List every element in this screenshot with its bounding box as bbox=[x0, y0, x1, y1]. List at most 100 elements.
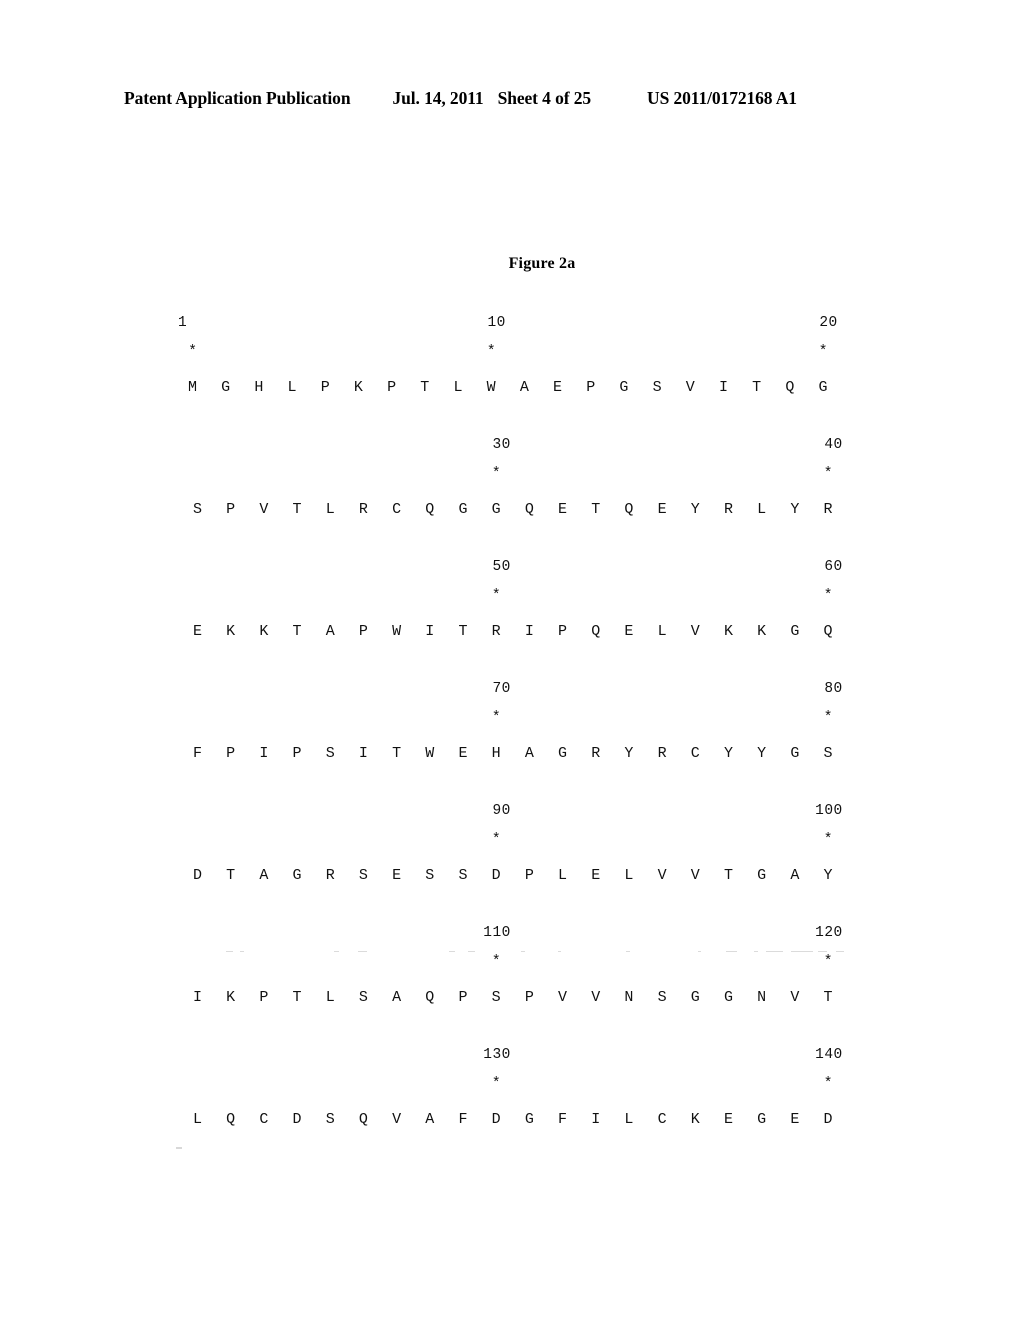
position-marker-spacer bbox=[181, 589, 214, 624]
residue-letter: T bbox=[226, 867, 236, 884]
position-number-text: 130 bbox=[483, 1047, 511, 1063]
residue-letter: T bbox=[420, 379, 430, 396]
position-number-spacer bbox=[181, 926, 214, 955]
position-number-spacer bbox=[214, 804, 247, 833]
position-number-spacer bbox=[778, 926, 811, 955]
position-number-spacer bbox=[281, 438, 314, 467]
position-marker-spacer bbox=[413, 467, 446, 502]
position-marker-asterisk: * bbox=[823, 954, 833, 970]
position-marker-spacer bbox=[679, 711, 712, 746]
scan-speck-artifact bbox=[176, 1147, 182, 1149]
position-marker-spacer bbox=[347, 467, 380, 502]
residue-letter: I bbox=[192, 989, 203, 1006]
position-marker-spacer bbox=[413, 833, 446, 868]
position-number-spacer bbox=[712, 438, 745, 467]
position-number-spacer bbox=[546, 438, 579, 467]
sequence-residue-row: SPVTLRCQGGQETQEYRLYR bbox=[176, 502, 876, 560]
position-marker-spacer bbox=[579, 589, 612, 624]
position-number-spacer bbox=[612, 1048, 645, 1077]
position-number-spacer bbox=[447, 926, 480, 955]
residue-letter: T bbox=[292, 989, 302, 1006]
residue-letter: L bbox=[624, 1111, 634, 1128]
position-number-spacer bbox=[181, 438, 214, 467]
position-marker-spacer bbox=[778, 589, 811, 624]
position-marker-spacer bbox=[314, 833, 347, 868]
position-marker-spacer bbox=[712, 589, 745, 624]
sequence-block: 110 120 * * I K P T L S A Q P S P V V N S G G N V T bbox=[176, 926, 876, 1048]
position-number-spacer bbox=[413, 1048, 446, 1077]
residue-letter: A bbox=[259, 867, 269, 884]
position-marker-spacer bbox=[679, 955, 712, 990]
position-number-spacer bbox=[214, 438, 247, 467]
position-marker-spacer bbox=[641, 345, 674, 380]
position-marker-spacer bbox=[380, 711, 413, 746]
position-marker-spacer bbox=[281, 955, 314, 990]
residue-letter: K bbox=[226, 989, 236, 1006]
position-marker-spacer bbox=[778, 711, 811, 746]
residue-letter: E bbox=[624, 623, 634, 640]
position-number-spacer bbox=[646, 1048, 679, 1077]
position-marker-spacer bbox=[247, 589, 280, 624]
residue-letter: P bbox=[259, 989, 269, 1006]
position-number-spacer bbox=[778, 682, 811, 711]
residue-letter: I bbox=[425, 623, 435, 640]
position-marker-spacer bbox=[745, 955, 778, 990]
residue-letter: F bbox=[558, 1111, 568, 1128]
residue-letter: A bbox=[425, 1111, 435, 1128]
position-marker-spacer bbox=[513, 955, 546, 990]
residue-letter: M bbox=[187, 379, 198, 396]
position-number-spacer bbox=[276, 316, 309, 345]
position-number-spacer bbox=[712, 926, 745, 955]
position-marker-spacer bbox=[745, 589, 778, 624]
position-number-spacer bbox=[745, 804, 778, 833]
sequence-position-numbers: 50 60 bbox=[176, 560, 876, 589]
sequence-position-markers: * * bbox=[176, 833, 876, 868]
position-marker-spacer bbox=[579, 711, 612, 746]
position-marker-spacer bbox=[247, 711, 280, 746]
residue-letter: K bbox=[226, 623, 236, 640]
position-number-spacer bbox=[314, 438, 347, 467]
position-number-spacer bbox=[214, 560, 247, 589]
position-number: 1 bbox=[176, 316, 209, 345]
position-number-spacer bbox=[375, 316, 408, 345]
position-number-spacer bbox=[541, 316, 574, 345]
position-number-text: 110 bbox=[483, 925, 511, 941]
residue-letter: Q bbox=[823, 623, 833, 640]
position-number-spacer bbox=[408, 316, 441, 345]
position-marker-spacer bbox=[281, 1077, 314, 1112]
residue-letter: D bbox=[491, 1111, 501, 1128]
sequence-residue-row: DTAGRSESSDPLELVVTGAY bbox=[176, 868, 876, 926]
position-number-text: 1 bbox=[178, 315, 188, 331]
position-number-spacer bbox=[347, 804, 380, 833]
residue-letter: V bbox=[392, 1111, 402, 1128]
position-number-spacer bbox=[380, 560, 413, 589]
position-marker-spacer bbox=[712, 467, 745, 502]
position-number-text: 140 bbox=[815, 1047, 843, 1063]
residue-letter: F bbox=[192, 745, 203, 762]
sequence-block: 70 80 * * F P I P S I T W E H A G R Y R C Y Y G S bbox=[176, 682, 876, 804]
residue-letter: G bbox=[558, 745, 568, 762]
residue-letter: N bbox=[757, 989, 767, 1006]
position-number-spacer bbox=[314, 560, 347, 589]
sequence-residue-row: MGHLPKPTLWAEPGSVITQG bbox=[176, 380, 876, 438]
position-number-spacer bbox=[380, 438, 413, 467]
position-marker-spacer bbox=[447, 711, 480, 746]
position-number-spacer bbox=[214, 1048, 247, 1077]
position-number-spacer bbox=[447, 1048, 480, 1077]
position-marker-asterisk: * bbox=[823, 1076, 833, 1092]
position-number-spacer bbox=[342, 316, 375, 345]
position-number-spacer bbox=[546, 682, 579, 711]
position-number: 50 bbox=[480, 560, 513, 589]
position-marker-spacer bbox=[712, 955, 745, 990]
sequence-position-numbers: 90 100 bbox=[176, 804, 876, 833]
position-marker-spacer bbox=[546, 467, 579, 502]
position-marker-asterisk: * bbox=[823, 466, 833, 482]
residue-letter: L bbox=[325, 501, 335, 518]
residue-letter: S bbox=[325, 745, 335, 762]
sequence-position-numbers: 70 80 bbox=[176, 682, 876, 711]
residue-letter: A bbox=[524, 745, 535, 762]
residue-letter: E bbox=[723, 1111, 734, 1128]
residue-letter: Q bbox=[425, 989, 435, 1006]
residue-letter: Q bbox=[624, 501, 634, 518]
position-number-spacer bbox=[513, 682, 546, 711]
